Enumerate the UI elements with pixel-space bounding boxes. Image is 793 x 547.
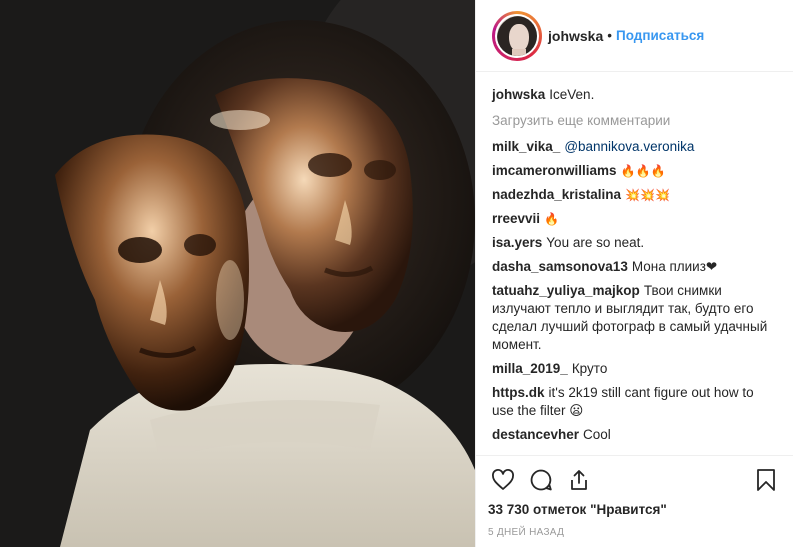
post-header: johwska • Подписаться <box>476 0 793 72</box>
comment-username[interactable]: milk_vika_ <box>492 139 560 154</box>
comment-text: Cool <box>583 427 611 442</box>
comment-item: isa.yers You are so neat. <box>492 234 777 252</box>
comment-mention-link[interactable]: @bannikova.veronika <box>564 139 694 154</box>
caption-text: IceVen. <box>549 87 595 102</box>
comment-username[interactable]: dasha_samsonova13 <box>492 259 628 274</box>
comment-username[interactable]: nadezhda_kristalina <box>492 187 621 202</box>
post-actions: 33 730 отметок "Нравится" 5 дней назад <box>476 455 793 547</box>
post-dialog: johwska • Подписаться johwska IceVen. Заг… <box>0 0 793 547</box>
follow-button[interactable]: Подписаться <box>616 28 704 43</box>
caption-username[interactable]: johwska <box>492 87 545 102</box>
comment-username[interactable]: imcameronwilliams <box>492 163 617 178</box>
comments-list[interactable]: johwska IceVen. Загрузить еще комментарии… <box>476 72 793 455</box>
comment-item: milla_2019_ Круто <box>492 360 777 378</box>
comment-username[interactable]: isa.yers <box>492 235 542 250</box>
comment-text: 🔥🔥🔥 <box>620 164 666 178</box>
comment-text: You are so neat. <box>546 235 645 250</box>
caption: johwska IceVen. <box>492 86 777 104</box>
comment-text: Круто <box>571 361 608 376</box>
post-timestamp: 5 дней назад <box>488 527 565 538</box>
comment-username[interactable]: tatuahz_yuliya_majkop <box>492 283 640 298</box>
comment-bubble-icon[interactable] <box>526 465 556 495</box>
comment-item: tatuahz_yuliya_majkop Твои снимки излучаю… <box>492 282 777 354</box>
comment-username[interactable]: https.dk <box>492 385 545 400</box>
comment-item: milk_vika_ @bannikova.veronika <box>492 138 777 156</box>
bookmark-icon[interactable] <box>751 465 781 495</box>
heart-icon[interactable] <box>488 465 518 495</box>
post-photo[interactable] <box>0 0 475 547</box>
header-separator: • <box>607 28 612 43</box>
comment-item: destancevher Cool <box>492 426 777 444</box>
comment-item: imcameronwilliams 🔥🔥🔥 <box>492 162 777 180</box>
comment-item: https.dk it's 2k19 still cant figure out … <box>492 384 777 420</box>
load-more-comments-button[interactable]: Загрузить еще комментарии <box>492 112 777 130</box>
likes-count[interactable]: 33 730 отметок "Нравится" <box>488 502 781 517</box>
comment-username[interactable]: rreevvii <box>492 211 540 226</box>
comment-item: nadezhda_kristalina 💥💥💥 <box>492 186 777 204</box>
avatar[interactable] <box>492 10 542 61</box>
comment-item: dasha_samsonova13 Мона плииз❤ <box>492 258 777 276</box>
photo-illustration <box>0 0 475 547</box>
comment-text: 💥💥💥 <box>625 188 670 202</box>
share-icon[interactable] <box>564 465 594 495</box>
comment-item: rreevvii 🔥 <box>492 210 777 228</box>
comment-text: Мона плииз❤ <box>631 259 718 274</box>
comment-username[interactable]: destancevher <box>492 427 579 442</box>
header-username[interactable]: johwska <box>548 28 603 44</box>
comment-text: 🔥 <box>544 212 559 226</box>
comment-username[interactable]: milla_2019_ <box>492 361 568 376</box>
post-sidebar: johwska • Подписаться johwska IceVen. Заг… <box>475 0 793 547</box>
